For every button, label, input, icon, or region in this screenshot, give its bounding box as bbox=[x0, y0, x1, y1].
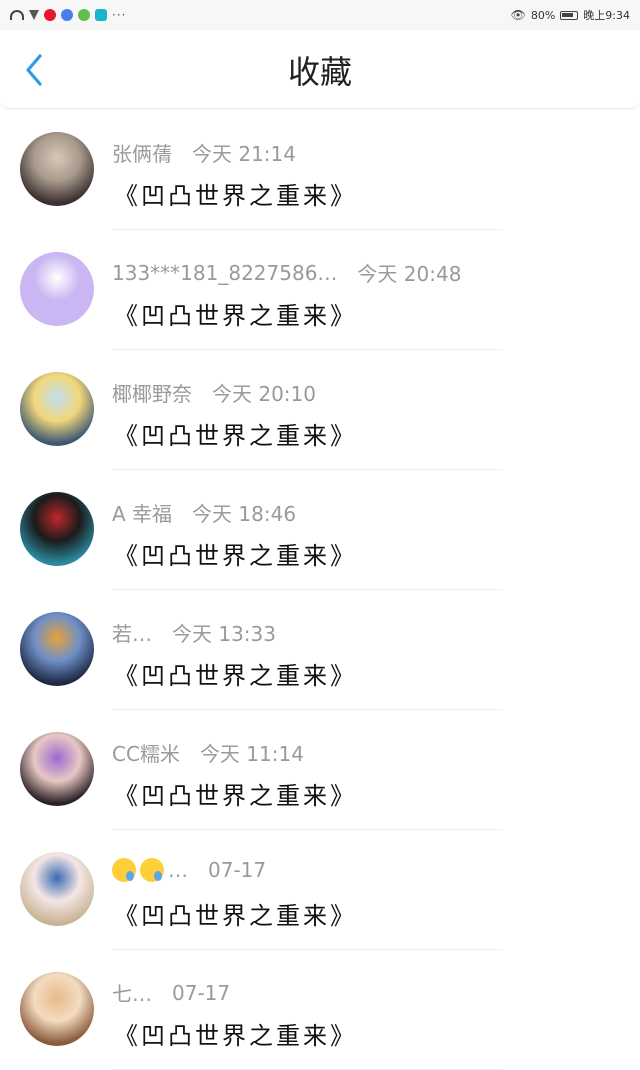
page-title: 收藏 bbox=[287, 53, 352, 91]
timestamp: 今天 21:14 bbox=[192, 142, 296, 166]
eye-icon: 👁 bbox=[510, 8, 526, 22]
work-title: 《凹凸世界之重来》 bbox=[114, 1022, 357, 1050]
clock: 晚上9:34 bbox=[583, 9, 630, 22]
work-title: 《凹凸世界之重来》 bbox=[114, 302, 357, 330]
meta-line: 133***181_8227586… 今天 20:48 bbox=[112, 258, 461, 287]
avatar[interactable] bbox=[20, 252, 94, 326]
status-left: ··· bbox=[10, 8, 126, 22]
work-title: 《凹凸世界之重来》 bbox=[114, 902, 357, 930]
battery-percent: 80% bbox=[530, 8, 556, 22]
list-item[interactable]: 133***181_8227586… 今天 20:48 《凹凸世界之重来》 bbox=[0, 230, 640, 350]
work-title: 《凹凸世界之重来》 bbox=[114, 182, 357, 210]
user-name: 133***181_8227586… bbox=[112, 260, 338, 285]
avatar[interactable] bbox=[20, 972, 94, 1046]
avatar[interactable] bbox=[20, 132, 94, 206]
battery-icon bbox=[560, 10, 579, 20]
avatar[interactable] bbox=[20, 372, 94, 446]
favorites-list: 张俩蒨 今天 21:14 《凹凸世界之重来》 133***181_8227586… 今天… bbox=[0, 110, 640, 1070]
work-title: 《凹凸世界之重来》 bbox=[114, 782, 357, 810]
meta-line: 若… 今天 13:33 bbox=[112, 618, 276, 647]
app-icon-blue bbox=[61, 9, 73, 21]
app-icon-green bbox=[78, 9, 90, 21]
avatar[interactable] bbox=[20, 852, 94, 926]
work-title: 《凹凸世界之重来》 bbox=[114, 662, 357, 690]
list-item[interactable]: CC糯米 今天 11:14 《凹凸世界之重来》 bbox=[0, 710, 640, 830]
hourglass-icon bbox=[29, 10, 39, 20]
user-name: A 幸福 bbox=[112, 502, 173, 526]
wifi-icon bbox=[10, 10, 24, 20]
work-title: 《凹凸世界之重来》 bbox=[114, 422, 357, 450]
list-item[interactable]: 七… 07-17 《凹凸世界之重来》 bbox=[0, 950, 640, 1070]
status-bar: ··· 👁 80% 晚上9:34 bbox=[0, 0, 640, 30]
timestamp: 今天 18:46 bbox=[192, 502, 297, 526]
app-icon-cyan bbox=[95, 9, 107, 21]
user-name: 若… bbox=[112, 622, 152, 646]
meta-line: A 幸福 今天 18:46 bbox=[112, 498, 296, 527]
user-name: CC糯米 bbox=[112, 742, 180, 766]
list-item[interactable]: 若… 今天 13:33 《凹凸世界之重来》 bbox=[0, 590, 640, 710]
timestamp: 今天 20:10 bbox=[212, 382, 316, 406]
timestamp: 07-17 bbox=[172, 980, 231, 1005]
meta-line: 七… 07-17 bbox=[112, 978, 230, 1007]
timestamp: 07-17 bbox=[208, 858, 267, 882]
meta-line: 张俩蒨 今天 21:14 bbox=[112, 138, 296, 167]
header: 收藏 bbox=[0, 30, 640, 109]
list-item[interactable]: 椰椰野奈 今天 20:10 《凹凸世界之重来》 bbox=[0, 350, 640, 470]
avatar[interactable] bbox=[20, 612, 94, 686]
sleepy-face-icon bbox=[112, 858, 136, 882]
work-title: 《凹凸世界之重来》 bbox=[114, 542, 357, 570]
meta-line: … 07-17 bbox=[112, 858, 266, 882]
user-name: 张俩蒨 bbox=[112, 142, 172, 166]
list-item[interactable]: 张俩蒨 今天 21:14 《凹凸世界之重来》 bbox=[0, 110, 640, 230]
user-name: 椰椰野奈 bbox=[112, 382, 192, 406]
user-name: 七… bbox=[112, 982, 152, 1006]
weibo-icon bbox=[44, 9, 56, 21]
timestamp: 今天 13:33 bbox=[172, 622, 276, 646]
sleepy-face-icon bbox=[140, 858, 164, 882]
timestamp: 今天 11:14 bbox=[199, 742, 304, 766]
meta-line: CC糯米 今天 11:14 bbox=[112, 738, 304, 767]
timestamp: 今天 20:48 bbox=[357, 262, 462, 286]
more-notifications-icon: ··· bbox=[112, 8, 127, 22]
avatar[interactable] bbox=[20, 492, 94, 566]
list-item[interactable]: A 幸福 今天 18:46 《凹凸世界之重来》 bbox=[0, 470, 640, 590]
list-item[interactable]: … 07-17 《凹凸世界之重来》 bbox=[0, 830, 640, 950]
meta-line: 椰椰野奈 今天 20:10 bbox=[112, 378, 316, 407]
user-name: … bbox=[168, 858, 188, 882]
avatar[interactable] bbox=[20, 732, 94, 806]
status-right: 👁 80% 晚上9:34 bbox=[511, 7, 630, 23]
